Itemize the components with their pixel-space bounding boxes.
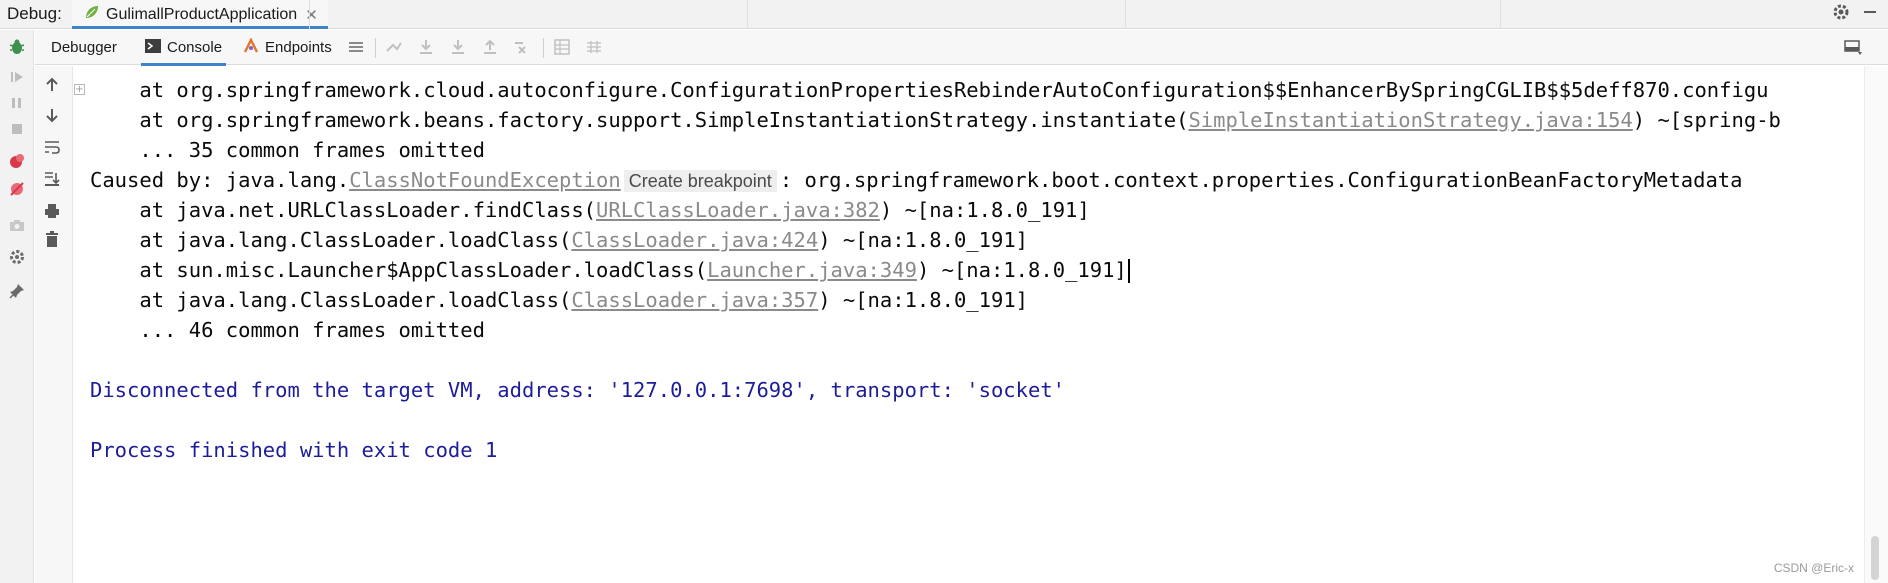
camera-icon[interactable] — [8, 216, 26, 239]
console-line-text: : org.springframework.boot.context.prope… — [779, 168, 1743, 192]
down-arrow-icon[interactable] — [43, 106, 61, 129]
view-breakpoints-icon[interactable] — [8, 152, 26, 175]
run-configuration-tab[interactable]: GulimallProductApplication ✕ — [72, 0, 328, 29]
menu-icon[interactable] — [347, 38, 365, 61]
debug-label: Debug: — [7, 4, 62, 23]
spring-leaf-icon — [84, 4, 100, 25]
debug-toolbar: Debugger Console Endpoints — [35, 30, 1888, 66]
tab-debugger[interactable]: Debugger — [51, 30, 117, 65]
console-line-text: at org.springframework.beans.factory.sup… — [90, 108, 1189, 132]
pin-icon[interactable] — [8, 282, 26, 305]
console-line-text: at sun.misc.Launcher$AppClassLoader.load… — [90, 258, 708, 282]
console-line-text: at java.lang.ClassLoader.loadClass( — [90, 288, 572, 312]
settings-icon[interactable] — [8, 248, 26, 271]
scroll-to-end-icon[interactable] — [43, 170, 61, 193]
console-line: at org.springframework.beans.factory.sup… — [90, 106, 1781, 134]
tab-divider — [1500, 0, 1501, 29]
console-line: at sun.misc.Launcher$AppClassLoader.load… — [90, 256, 1130, 284]
gear-icon[interactable] — [1832, 3, 1850, 26]
tab-console[interactable]: Console — [140, 30, 227, 66]
trace-current-stream-icon[interactable] — [585, 38, 603, 61]
run-to-cursor-icon[interactable] — [513, 38, 531, 61]
tab-debugger-label: Debugger — [51, 39, 117, 56]
show-execution-point-icon[interactable] — [385, 38, 403, 61]
stack-trace-link[interactable]: Launcher.java:349 — [707, 258, 917, 282]
disconnected-message: Disconnected from the target VM, address… — [90, 378, 1066, 402]
up-arrow-icon[interactable] — [43, 76, 61, 99]
endpoints-icon — [243, 36, 259, 58]
step-into-icon[interactable] — [449, 38, 467, 61]
tab-divider — [747, 0, 748, 29]
console-line-text: at org.springframework.cloud.autoconfigu… — [90, 78, 1769, 102]
stack-trace-link[interactable]: ClassLoader.java:424 — [571, 228, 818, 252]
stack-trace-link[interactable]: ClassLoader.java:357 — [571, 288, 818, 312]
watermark: CSDN @Eric-x — [1773, 561, 1854, 575]
fold-expand-icon[interactable]: + — [74, 84, 85, 95]
layout-settings-icon[interactable] — [1843, 38, 1863, 61]
mute-breakpoints-icon[interactable] — [8, 180, 26, 203]
stack-trace-link[interactable]: SimpleInstantiationStrategy.java:154 — [1188, 108, 1632, 132]
toolbar-divider — [375, 38, 376, 58]
console-line: at java.lang.ClassLoader.loadClass(Class… — [90, 226, 1028, 254]
soft-wrap-icon[interactable] — [43, 138, 61, 161]
console-line: Caused by: java.lang.ClassNotFoundExcept… — [90, 166, 1743, 194]
tab-divider — [1125, 0, 1126, 29]
console-line: Disconnected from the target VM, address… — [90, 376, 1065, 404]
resume-icon[interactable] — [8, 68, 26, 91]
console-line-text: ) ~[na:1.8.0_191] — [916, 258, 1127, 282]
tab-divider — [309, 0, 310, 29]
step-out-icon[interactable] — [481, 38, 499, 61]
console-line: at java.lang.ClassLoader.loadClass(Class… — [90, 286, 1028, 314]
debug-bug-icon[interactable] — [8, 38, 26, 61]
console-line-text: at java.net.URLClassLoader.findClass( — [90, 198, 597, 222]
run-tab-label: GulimallProductApplication — [106, 5, 298, 23]
console-line: ... 35 common frames omitted — [90, 136, 485, 164]
print-icon[interactable] — [43, 202, 61, 225]
tab-console-label: Console — [167, 39, 223, 56]
close-tab-icon[interactable]: ✕ — [305, 6, 318, 24]
console-line: at java.net.URLClassLoader.findClass(URL… — [90, 196, 1090, 224]
exit-code-message: Process finished with exit code 1 — [90, 438, 498, 462]
console-line: ... 46 common frames omitted — [90, 316, 485, 344]
console-line-text: ) ~[na:1.8.0_191] — [879, 198, 1090, 222]
console-line-text: ) ~[na:1.8.0_191] — [818, 288, 1029, 312]
console-line-text: ... 46 common frames omitted — [90, 318, 485, 342]
console-line-text: ) ~[na:1.8.0_191] — [818, 228, 1029, 252]
console-line-text: at java.lang.ClassLoader.loadClass( — [90, 228, 572, 252]
stop-icon[interactable] — [8, 120, 26, 143]
vertical-scrollbar[interactable] — [1864, 66, 1888, 583]
toolbar-divider — [543, 38, 544, 58]
tab-endpoints-label: Endpoints — [265, 39, 332, 56]
console-output[interactable]: at org.springframework.cloud.autoconfigu… — [74, 66, 1864, 583]
create-breakpoint-hint[interactable]: Create breakpoint — [623, 170, 777, 192]
debug-actions-bar — [0, 30, 34, 583]
scrollbar-thumb[interactable] — [1871, 536, 1879, 580]
stack-trace-link[interactable]: URLClassLoader.java:382 — [596, 198, 880, 222]
console-line: at org.springframework.cloud.autoconfigu… — [90, 76, 1769, 104]
evaluate-expression-icon[interactable] — [553, 38, 571, 61]
exception-class-link[interactable]: ClassNotFoundException — [349, 168, 621, 192]
minimize-icon[interactable] — [1862, 3, 1878, 26]
console-actions-gutter — [35, 66, 73, 583]
console-line-text: ... 35 common frames omitted — [90, 138, 485, 162]
trash-icon[interactable] — [43, 230, 61, 253]
tab-endpoints[interactable]: Endpoints — [243, 30, 332, 65]
console-line-text: Caused by: java.lang. — [90, 168, 350, 192]
console-icon — [145, 38, 161, 57]
console-line: Process finished with exit code 1 — [90, 436, 497, 464]
text-cursor — [1127, 259, 1130, 283]
step-over-icon[interactable] — [417, 38, 435, 61]
console-line-text: ) ~[spring-b — [1632, 108, 1781, 132]
pause-icon[interactable] — [8, 94, 26, 117]
debug-tool-window-header: Debug: GulimallProductApplication ✕ — [0, 0, 1888, 29]
